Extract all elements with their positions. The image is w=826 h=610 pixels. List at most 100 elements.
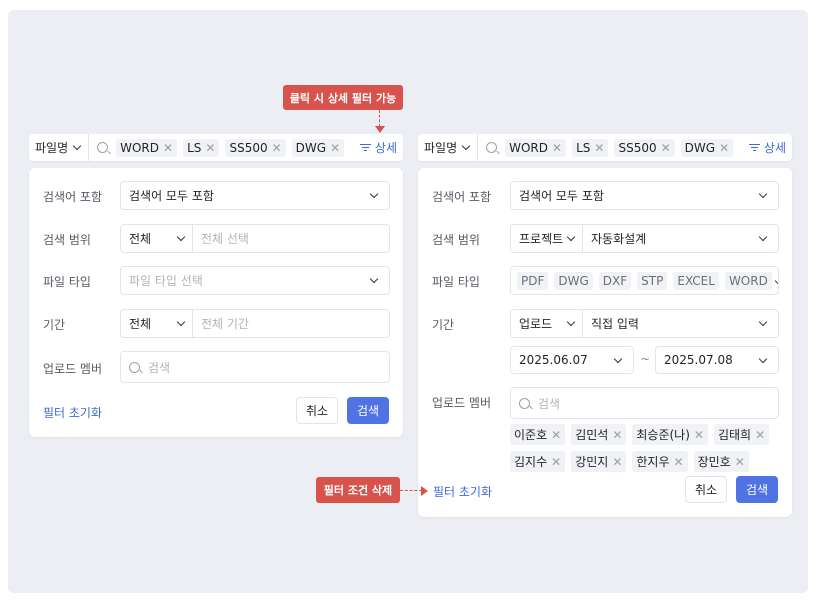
- chip: LS ✕: [183, 138, 220, 157]
- scope-select-value: 프로젝트: [519, 232, 564, 246]
- detail-label: 상세: [374, 141, 397, 155]
- callout-arrow-line: [379, 110, 380, 127]
- detail-label: 상세: [763, 141, 786, 155]
- chip-label: DWG: [684, 140, 716, 155]
- close-icon[interactable]: ✕: [719, 141, 729, 155]
- label-keyword-include: 검색어 포함: [432, 190, 492, 204]
- file-type-select[interactable]: PDF DWG DXF STP EXCEL WORD: [510, 266, 779, 295]
- date-to-select[interactable]: 2025.07.08: [655, 346, 779, 374]
- file-type-placeholder: 파일 타입 선택: [129, 274, 203, 288]
- close-icon[interactable]: ✕: [661, 141, 671, 155]
- chip-label: DWG: [295, 140, 327, 155]
- search-button[interactable]: 검색: [347, 397, 389, 424]
- period-field: 업로드 직접 입력: [510, 309, 779, 338]
- date-from-select[interactable]: 2025.06.07: [510, 346, 634, 374]
- close-icon[interactable]: ✕: [694, 428, 704, 442]
- scope-input[interactable]: 전체 선택: [193, 230, 389, 247]
- member-search-input[interactable]: 검색: [510, 387, 779, 419]
- chevron-down-icon: [758, 189, 768, 199]
- close-icon[interactable]: ✕: [163, 141, 173, 155]
- scope-select-value: 전체: [129, 232, 152, 246]
- close-icon[interactable]: ✕: [612, 455, 622, 469]
- close-icon[interactable]: ✕: [272, 141, 282, 155]
- date-from-value: 2025.06.07: [519, 353, 588, 367]
- field-select[interactable]: 파일명: [29, 134, 90, 161]
- member-name: 김태희: [717, 428, 752, 442]
- chevron-down-icon: [758, 232, 768, 242]
- keyword-include-select[interactable]: 검색어 모두 포함: [510, 181, 779, 210]
- member-chip: 한지우 ✕: [632, 451, 688, 472]
- callout-arrow-head: [421, 486, 428, 496]
- close-icon[interactable]: ✕: [594, 141, 604, 155]
- callout-arrow-line: [400, 490, 422, 491]
- callout-detail-filter: 클릭 시 상세 필터 가능: [283, 85, 403, 110]
- filter-reset-link[interactable]: 필터 초기화: [433, 483, 492, 500]
- period-mode-select[interactable]: 직접 입력: [583, 315, 760, 332]
- chevron-down-icon: [369, 189, 379, 199]
- label-scope: 검색 범위: [432, 233, 480, 247]
- keyword-include-select[interactable]: 검색어 모두 포함: [120, 181, 390, 210]
- cancel-button[interactable]: 취소: [296, 397, 338, 424]
- scope-select[interactable]: 프로젝트: [511, 225, 583, 252]
- member-search-input[interactable]: 검색: [120, 351, 390, 383]
- close-icon[interactable]: ✕: [735, 455, 745, 469]
- close-icon[interactable]: ✕: [205, 141, 215, 155]
- label-period: 기간: [432, 318, 455, 332]
- member-name: 최승준(나): [636, 428, 690, 442]
- scope-field: 전체 전체 선택: [120, 224, 390, 253]
- chevron-down-icon: [176, 317, 186, 327]
- label-file-type: 파일 타입: [43, 275, 91, 289]
- close-icon[interactable]: ✕: [551, 428, 561, 442]
- scope-select[interactable]: 전체: [121, 225, 193, 252]
- date-to-value: 2025.07.08: [664, 353, 733, 367]
- close-icon[interactable]: ✕: [612, 428, 622, 442]
- filter-panel-left: 검색어 포함 검색어 모두 포함 검색 범위 전체 전체 선택 파일 타입 파일 …: [29, 168, 403, 437]
- callout-arrow-head: [375, 126, 385, 133]
- file-type-chip: DXF: [598, 271, 632, 290]
- period-select[interactable]: 전체: [121, 310, 193, 337]
- scope-field: 프로젝트 자동화설계: [510, 224, 779, 253]
- scope-value-select[interactable]: 자동화설계: [583, 230, 760, 247]
- chevron-down-icon: [758, 354, 768, 363]
- file-type-chip: DWG: [554, 271, 593, 290]
- chip: WORD ✕: [505, 138, 567, 157]
- cancel-button[interactable]: 취소: [685, 476, 727, 503]
- close-icon[interactable]: ✕: [551, 455, 561, 469]
- filter-reset-link[interactable]: 필터 초기화: [43, 404, 102, 421]
- chip: SS500 ✕: [225, 138, 286, 157]
- chip-label: LS: [187, 140, 202, 155]
- search-bar-left: 파일명 WORD ✕ LS ✕ SS500 ✕ DWG ✕ 상세: [29, 134, 403, 161]
- chip: SS500 ✕: [614, 138, 675, 157]
- search-button[interactable]: 검색: [736, 476, 778, 503]
- detail-filter-button[interactable]: 상세: [748, 139, 792, 156]
- close-icon[interactable]: ✕: [674, 455, 684, 469]
- label-file-type: 파일 타입: [432, 275, 480, 289]
- file-type-chip: WORD: [724, 271, 772, 290]
- member-name: 강민지: [575, 455, 609, 469]
- chip: DWG ✕: [680, 138, 734, 157]
- close-icon[interactable]: ✕: [330, 141, 340, 155]
- period-select-value: 전체: [129, 317, 152, 331]
- label-upload-member: 업로드 멤버: [43, 362, 103, 376]
- close-icon[interactable]: ✕: [755, 428, 765, 442]
- search-bar-right: 파일명 WORD ✕ LS ✕ SS500 ✕ DWG ✕ 상세: [418, 134, 792, 161]
- member-chip: 장민호 ✕: [693, 451, 749, 472]
- callout-filter-reset: 필터 조건 삭제: [316, 477, 400, 503]
- close-icon[interactable]: ✕: [552, 141, 562, 155]
- field-select[interactable]: 파일명: [418, 134, 479, 161]
- filter-icon: [359, 143, 371, 152]
- search-icon: [97, 142, 109, 153]
- file-type-chip: PDF: [517, 271, 549, 290]
- file-type-select[interactable]: 파일 타입 선택: [120, 266, 390, 295]
- label-keyword-include: 검색어 포함: [43, 190, 103, 204]
- chip-label: SS500: [229, 140, 268, 155]
- file-type-chip: EXCEL: [673, 271, 719, 290]
- member-chip-list: 이준호 ✕ 김민석 ✕ 최승준(나) ✕ 김태희 ✕ 김지수 ✕ 강민지 ✕ 한지우 ✕ 장민…: [510, 424, 780, 472]
- keyword-include-value: 검색어 모두 포함: [519, 189, 604, 203]
- chip: LS ✕: [572, 138, 609, 157]
- period-select[interactable]: 업로드: [511, 310, 583, 337]
- period-input[interactable]: 전체 기간: [193, 315, 389, 332]
- member-chip: 이준호 ✕: [510, 424, 566, 445]
- detail-filter-button[interactable]: 상세: [359, 139, 403, 156]
- chip-label: WORD: [509, 140, 549, 155]
